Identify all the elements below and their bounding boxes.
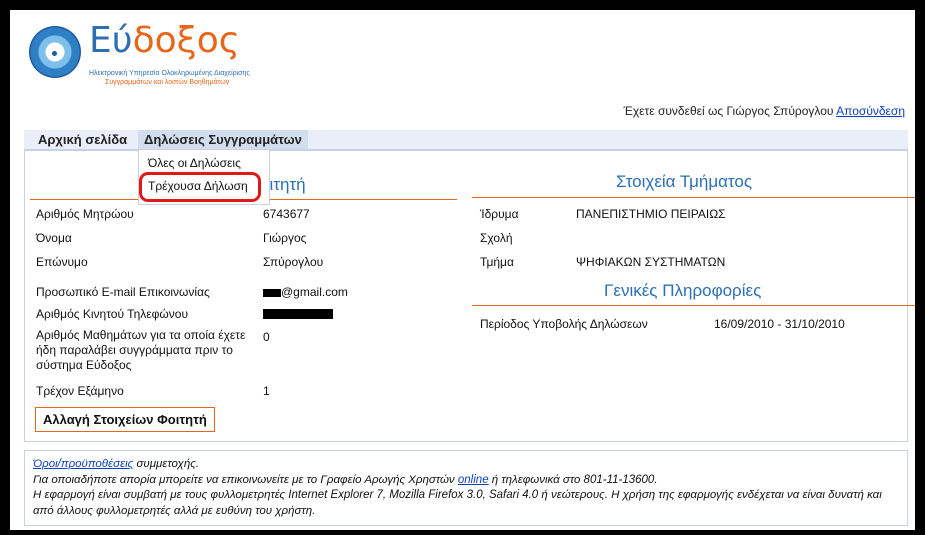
department-section-divider: [472, 197, 915, 198]
student-label-courses: Αριθμός Μαθημάτων για τα οποία έχετε ήδη…: [36, 328, 246, 372]
period-label: Περίοδος Υποβολής Δηλώσεων: [480, 317, 648, 331]
student-label-phone: Αριθμός Κινητού Τηλεφώνου: [36, 307, 189, 321]
eudoxus-logo[interactable]: Εύδοξος Ηλεκτρονική Υπηρεσία Ολοκληρωμέν…: [25, 18, 255, 88]
menu-home[interactable]: Αρχική σελίδα: [38, 132, 127, 147]
student-value-courses: 0: [263, 330, 270, 344]
logo-subtitle-1: Ηλεκτρονική Υπηρεσία Ολοκληρωμένης Διαχε…: [89, 70, 250, 77]
edit-student-button[interactable]: Αλλαγή Στοιχείων Φοιτητή: [35, 407, 215, 432]
phone-redaction: [263, 309, 333, 319]
general-section-title: Γενικές Πληροφορίες: [604, 281, 762, 300]
compatibility-text: Η εφαρμογή είναι συμβατή με τους φυλλομε…: [33, 489, 882, 517]
logout-link[interactable]: Αποσύνδεση: [836, 104, 905, 118]
student-value-email: @gmail.com: [281, 285, 348, 299]
help-text-post: ή τηλεφωνικά στο 801-11-13600.: [488, 473, 658, 486]
student-label-surname: Επώνυμο: [36, 255, 88, 269]
footer-notice: Όροι/προϋποθέσεις συμμετοχής. Για οποιαδ…: [24, 450, 908, 526]
dept-value-department: ΨΗΦΙΑΚΩΝ ΣΥΣΤΗΜΑΤΩΝ: [576, 255, 726, 269]
student-value-semester: 1: [263, 384, 270, 398]
dept-label-department: Τμήμα: [480, 255, 514, 269]
logo-subtitle-2: Συγγραμμάτων και λοιπών Βοηθημάτων: [105, 79, 230, 86]
department-section-title: Στοιχεία Τμήματος: [616, 172, 753, 191]
dept-value-institution: ΠΑΝΕΠΙΣΤΗΜΙΟ ΠΕΙΡΑΙΩΣ: [576, 207, 726, 221]
student-label-email: Προσωπικό E-mail Επικοινωνίας: [36, 285, 210, 299]
student-label-am: Αριθμός Μητρώου: [36, 207, 134, 221]
student-label-name: Όνομα: [36, 231, 72, 245]
terms-link[interactable]: Όροι/προϋποθέσεις: [33, 458, 133, 470]
logo-title: Εύδοξος: [89, 20, 240, 61]
main-menu: Αρχική σελίδα Δηλώσεις Συγγραμμάτων: [24, 130, 908, 150]
email-redaction: [263, 289, 281, 297]
dept-label-institution: Ίδρυμα: [480, 207, 519, 221]
online-help-link[interactable]: online: [458, 474, 489, 486]
dept-label-school: Σχολή: [480, 231, 513, 245]
menu-declarations[interactable]: Δηλώσεις Συγγραμμάτων: [138, 130, 308, 149]
student-label-semester: Τρέχον Εξάμηνο: [36, 384, 124, 398]
period-value: 16/09/2010 - 31/10/2010: [714, 317, 845, 331]
browser-page: Εύδοξος Ηλεκτρονική Υπηρεσία Ολοκληρωμέν…: [10, 10, 915, 530]
terms-rest: συμμετοχής.: [133, 458, 200, 470]
highlight-annotation: [139, 172, 261, 202]
login-status: Έχετε συνδεθεί ως Γιώργος Σπύρογλου Αποσ…: [623, 104, 905, 118]
dropdown-item-all[interactable]: Όλες οι Δηλώσεις: [148, 156, 241, 170]
general-section-divider: [472, 305, 915, 306]
student-value-am: 6743677: [263, 207, 310, 221]
help-text-pre: Για οποιαδήποτε απορία μπορείτε να επικο…: [33, 473, 458, 486]
logo-dot-icon: [52, 51, 57, 56]
student-value-surname: Σπύρογλου: [263, 255, 324, 269]
login-text: Έχετε συνδεθεί ως Γιώργος Σπύρογλου: [623, 104, 834, 118]
student-value-name: Γιώργος: [263, 231, 307, 245]
